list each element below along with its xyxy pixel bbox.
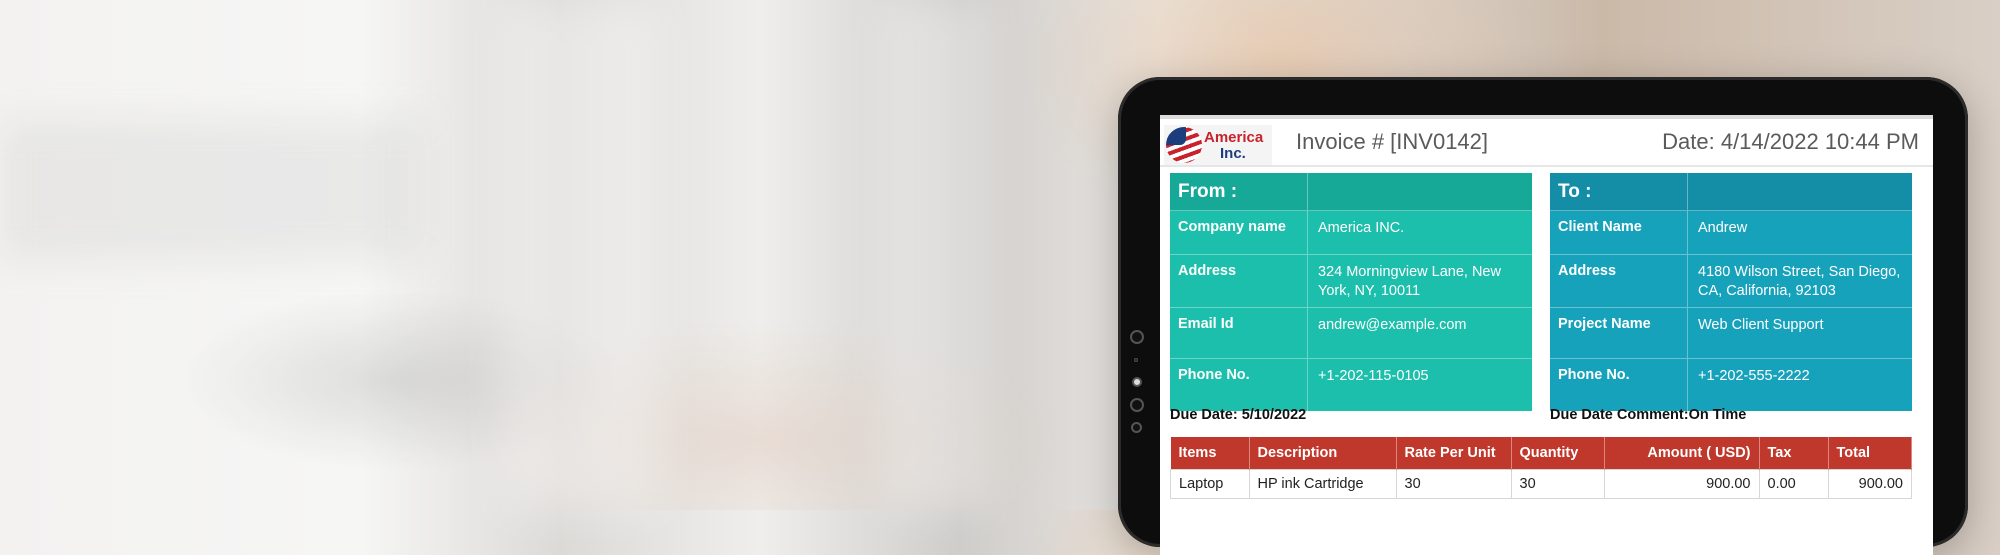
from-label: Phone No. (1170, 359, 1308, 411)
background-blur (500, 0, 660, 510)
from-row: Email Id andrew@example.com (1170, 308, 1532, 359)
globe-flag-icon (1166, 127, 1202, 163)
logo-text: America (1204, 129, 1264, 146)
table-cell: 30 (1395, 469, 1512, 499)
from-value: andrew@example.com (1318, 317, 1467, 333)
tablet-camera (1132, 377, 1142, 387)
to-value: Andrew (1698, 220, 1748, 236)
table-cell: 900.00 (1603, 469, 1760, 499)
from-row: Phone No. +1-202-115-0105 (1170, 359, 1532, 411)
to-value: +1-202-555-2222 (1698, 368, 1810, 384)
from-row: Address 324 Morningview Lane, New York, … (1170, 255, 1532, 308)
table-cell: 30 (1510, 469, 1605, 499)
to-value: 4180 Wilson Street, San Diego, CA, Calif… (1698, 264, 1901, 299)
column-header: Total (1828, 437, 1912, 470)
column-header: Quantity (1511, 437, 1605, 470)
from-row: Company name America INC. (1170, 211, 1532, 255)
due-comment-label: Due Date Comment: (1550, 407, 1689, 423)
to-header: To : (1550, 173, 1912, 211)
background-blur (0, 120, 420, 260)
to-label: Project Name (1550, 308, 1688, 358)
to-row: Phone No. +1-202-555-2222 (1550, 359, 1912, 411)
tablet-side-button (1130, 398, 1144, 412)
to-label: Address (1550, 255, 1688, 307)
due-date: Due Date: 5/10/2022 (1170, 407, 1307, 423)
column-header: Rate Per Unit (1396, 437, 1512, 470)
table-row: Laptop HP ink Cartridge 30 30 900.00 0.0… (1170, 469, 1912, 499)
background-blur (880, 0, 990, 510)
from-value: 324 Morningview Lane, New York, NY, 1001… (1318, 264, 1501, 299)
invoice-screen: America Inc. Invoice # [INV0142] Date: 4… (1160, 115, 1933, 555)
to-row: Client Name Andrew (1550, 211, 1912, 255)
to-row: Project Name Web Client Support (1550, 308, 1912, 359)
table-cell: 900.00 (1827, 469, 1912, 499)
from-label: Email Id (1170, 308, 1308, 358)
company-logo: America Inc. (1164, 125, 1272, 165)
invoice-header: America Inc. Invoice # [INV0142] Date: 4… (1160, 119, 1933, 167)
invoice-date: Date: 4/14/2022 10:44 PM (1662, 129, 1919, 154)
to-panel: To : Client Name Andrew Address 4180 Wil… (1550, 173, 1912, 411)
items-table: Items Description Rate Per Unit Quantity… (1170, 437, 1912, 499)
to-label: Client Name (1550, 211, 1688, 254)
tablet-side-dot (1134, 358, 1138, 362)
due-date-comment: Due Date Comment:On Time (1550, 407, 1746, 423)
to-label: Phone No. (1550, 359, 1688, 411)
tablet-device: America Inc. Invoice # [INV0142] Date: 4… (1118, 77, 1968, 555)
table-cell: HP ink Cartridge (1248, 469, 1397, 499)
tablet-side-button (1131, 422, 1142, 433)
from-title: From : (1170, 173, 1308, 210)
tablet-side-button (1130, 330, 1144, 344)
logo-text: Inc. (1220, 145, 1246, 162)
from-value: +1-202-115-0105 (1318, 368, 1429, 384)
due-comment-value: On Time (1688, 407, 1747, 423)
table-cell: 0.00 (1758, 469, 1829, 499)
from-header: From : (1170, 173, 1532, 211)
from-panel: From : Company name America INC. Address… (1170, 173, 1532, 411)
column-header: Description (1249, 437, 1397, 470)
table-cell: Laptop (1170, 469, 1250, 499)
column-header: Amount ( USD) (1604, 437, 1760, 470)
to-title: To : (1550, 173, 1688, 210)
from-label: Company name (1170, 211, 1308, 254)
table-header-row: Items Description Rate Per Unit Quantity… (1170, 437, 1912, 470)
from-value: America INC. (1318, 220, 1405, 236)
invoice-number: Invoice # [INV0142] (1296, 129, 1489, 154)
to-value: Web Client Support (1698, 317, 1824, 333)
column-header: Tax (1759, 437, 1829, 470)
column-header: Items (1170, 437, 1250, 470)
from-label: Address (1170, 255, 1308, 307)
to-row: Address 4180 Wilson Street, San Diego, C… (1550, 255, 1912, 308)
